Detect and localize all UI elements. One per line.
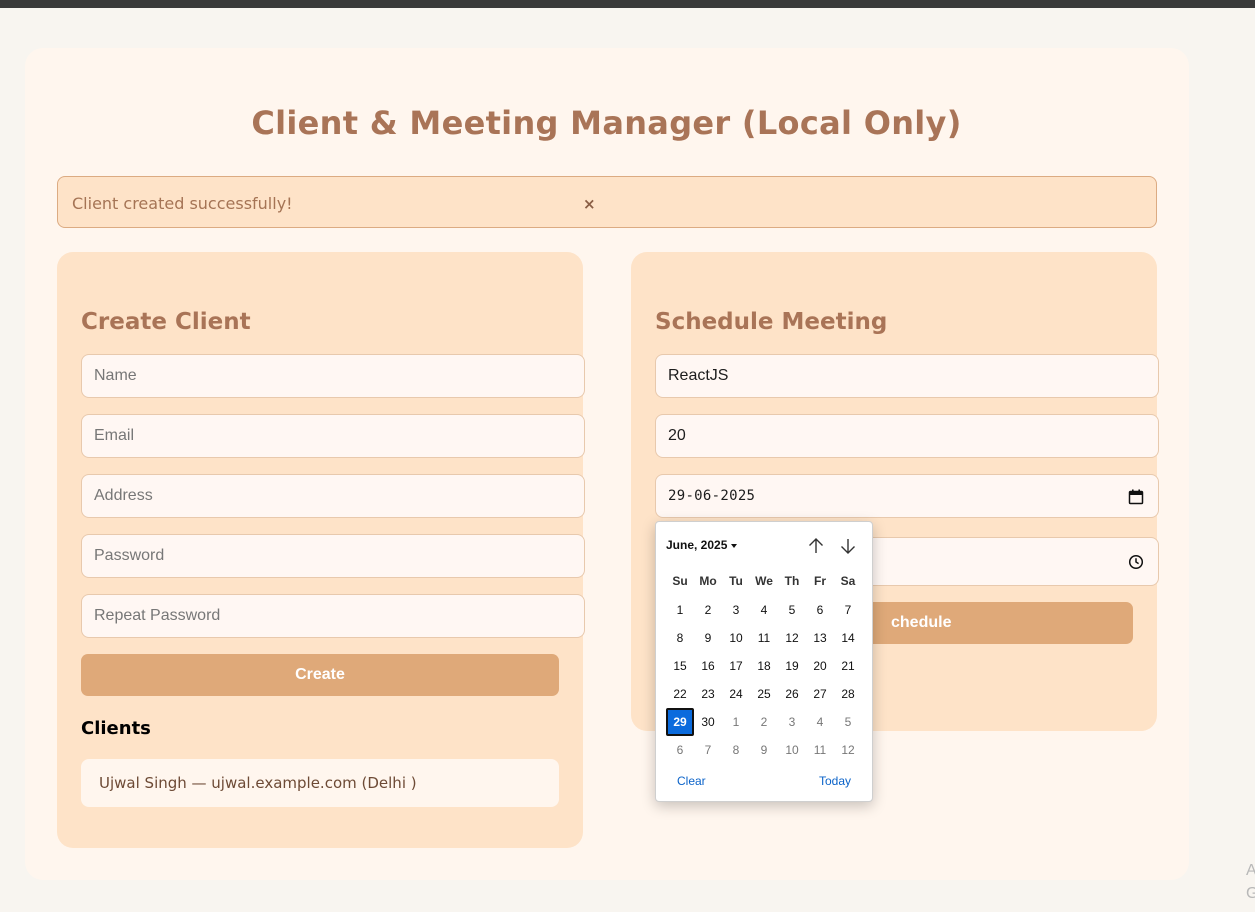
day-cell[interactable]: 8 [722,736,750,764]
day-cell[interactable]: 8 [666,624,694,652]
day-cell[interactable]: 16 [694,652,722,680]
alert-message: Client created successfully! [72,194,293,213]
clients-heading: Clients [81,718,151,739]
day-cell[interactable]: 13 [806,624,834,652]
day-cell[interactable]: 7 [694,736,722,764]
day-cell[interactable]: 24 [722,680,750,708]
create-client-button[interactable]: Create [81,654,559,696]
corner-text-line1: A [1246,862,1255,879]
day-cell[interactable]: 7 [834,596,862,624]
next-month-arrow-icon[interactable] [837,535,859,557]
repeat-password-input[interactable]: Repeat Password [81,594,585,638]
page-title: Client & Meeting Manager (Local Only) [251,104,962,142]
weekday-label: Mo [699,574,717,588]
weekday-label: Th [784,574,800,588]
day-cell[interactable]: 9 [694,624,722,652]
day-cell[interactable]: 28 [834,680,862,708]
meeting-date-input[interactable]: 29-06-2025 [655,474,1159,518]
day-cell[interactable]: 11 [806,736,834,764]
day-cell[interactable]: 5 [778,596,806,624]
day-cell[interactable]: 2 [750,708,778,736]
create-client-heading: Create Client [81,309,251,335]
selected-day[interactable]: 29 [666,708,694,736]
schedule-meeting-heading: Schedule Meeting [655,309,888,335]
day-cell[interactable]: 4 [806,708,834,736]
day-cell[interactable]: 27 [806,680,834,708]
month-year-selector[interactable]: June, 2025 [666,538,738,552]
previous-month-arrow-icon[interactable] [805,535,827,557]
day-cell[interactable]: 19 [778,652,806,680]
day-cell[interactable]: 25 [750,680,778,708]
weekday-label: Sa [840,574,856,588]
email-input[interactable]: Email [81,414,585,458]
day-cell[interactable]: 12 [778,624,806,652]
day-cell[interactable]: 12 [834,736,862,764]
weekday-label: Tu [729,574,743,588]
weekday-label: Fr [814,574,826,588]
clock-icon[interactable] [1128,554,1144,570]
day-cell[interactable]: 22 [666,680,694,708]
day-cell[interactable]: 15 [666,652,694,680]
date-picker-popup: June, 2025 Su Mo Tu We Th Fr Sa 1 2 3 4 5 6 7 8 9 10 11 1… [655,521,873,802]
day-cell[interactable]: 1 [666,596,694,624]
weekday-label: Su [672,574,688,588]
day-cell[interactable]: 6 [666,736,694,764]
day-cell[interactable]: 18 [750,652,778,680]
caret-down-icon [731,543,738,548]
day-cell[interactable]: 1 [722,708,750,736]
day-cell[interactable]: 3 [778,708,806,736]
day-cell[interactable]: 23 [694,680,722,708]
alert-close-button[interactable]: × [583,197,596,212]
day-cell[interactable]: 3 [722,596,750,624]
password-input[interactable]: Password [81,534,585,578]
clear-date-button[interactable]: Clear [677,774,706,788]
schedule-button-label: chedule [891,614,952,631]
day-cell[interactable]: 4 [750,596,778,624]
calendar-icon[interactable] [1128,489,1144,505]
meeting-participants-input[interactable]: 20 [655,414,1159,458]
day-cell[interactable]: 9 [750,736,778,764]
weekday-header: Su Mo Tu We Th Fr Sa [666,574,862,590]
day-cell[interactable]: 30 [694,708,722,736]
success-alert: Client created successfully! × [57,176,1157,228]
day-cell[interactable]: 2 [694,596,722,624]
day-cell[interactable]: 6 [806,596,834,624]
today-button[interactable]: Today [819,774,851,788]
corner-text-line2: G [1246,885,1255,902]
day-cell[interactable]: 11 [750,624,778,652]
meeting-topic-input[interactable]: ReactJS [655,354,1159,398]
name-input[interactable]: Name [81,354,585,398]
day-cell[interactable]: 10 [778,736,806,764]
day-cell[interactable]: 21 [834,652,862,680]
address-input[interactable]: Address [81,474,585,518]
day-cell[interactable]: 26 [778,680,806,708]
weekday-label: We [755,574,773,588]
day-cell[interactable]: 20 [806,652,834,680]
day-cell[interactable]: 5 [834,708,862,736]
month-year-label: June, 2025 [666,538,728,552]
day-cell[interactable]: 17 [722,652,750,680]
window-top-bar [0,0,1255,8]
create-client-panel: Create Client Name Email Address Passwor… [57,252,585,848]
day-cell[interactable]: 10 [722,624,750,652]
meeting-date-value: 29-06-2025 [668,488,756,504]
client-list-item: Ujwal Singh — ujwal.example.com (Delhi ) [81,759,559,807]
day-cell[interactable]: 14 [834,624,862,652]
